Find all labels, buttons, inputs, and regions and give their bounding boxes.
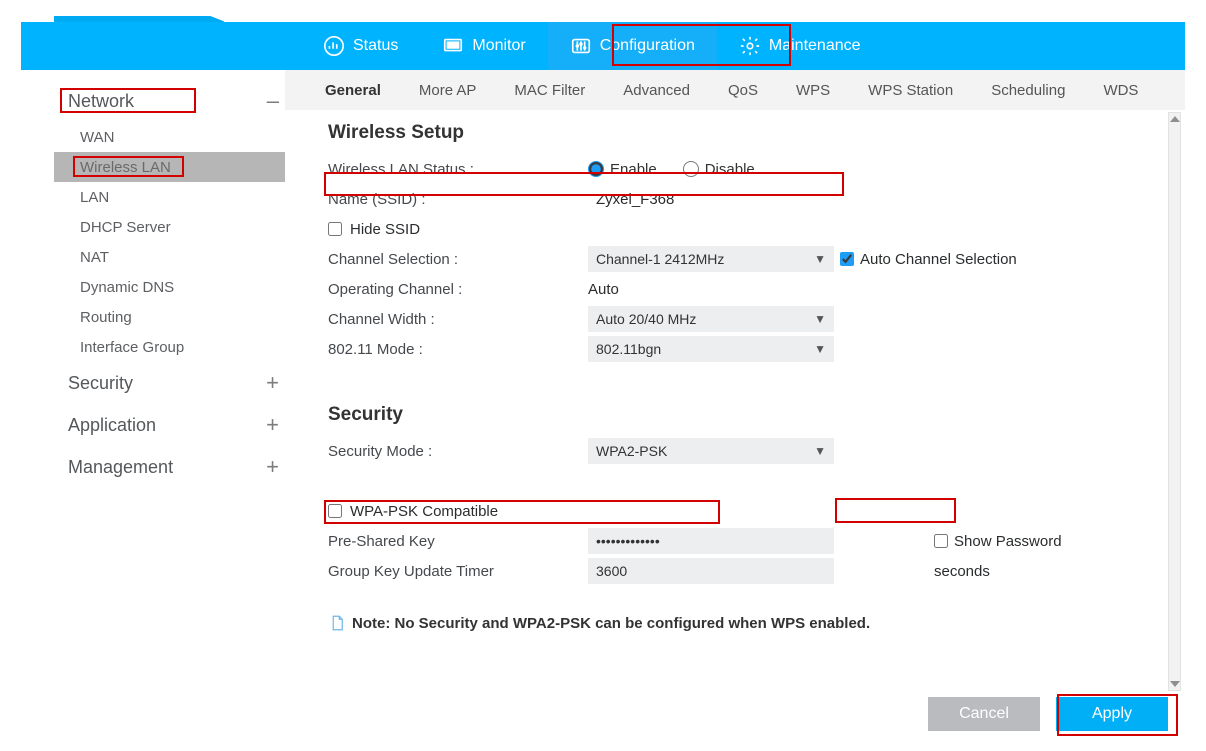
expand-icon: + [266,370,279,396]
sidebar-section-network-label: Network [68,91,134,112]
operating-channel-label: Operating Channel : [328,281,588,298]
tab-general[interactable]: General [311,73,395,108]
ssid-label: Name (SSID) : [328,191,588,208]
group-key-unit: seconds [934,563,990,580]
topnav-monitor[interactable]: Monitor [420,22,547,70]
security-heading: Security [328,404,1148,426]
operating-channel-value: Auto [588,276,834,302]
collapse-icon: – [267,88,279,114]
topnav-maintenance[interactable]: Maintenance [717,22,883,70]
sidebar-item-wan[interactable]: WAN [54,122,285,152]
topnav-status-label: Status [353,37,398,55]
chevron-down-icon: ▼ [814,252,826,266]
tab-scheduling[interactable]: Scheduling [977,73,1079,108]
wlan-status-enable-radio[interactable] [588,161,604,177]
content-panel: Wireless Setup Wireless LAN Status : Ena… [300,110,1168,691]
auto-channel-label: Auto Channel Selection [860,251,1017,268]
sidebar-section-security-label: Security [68,373,133,394]
tab-more-ap[interactable]: More AP [405,73,491,108]
sidebar-section-application-label: Application [68,415,156,436]
psk-label: Pre-Shared Key [328,533,588,550]
content-scrollbar[interactable] [1168,112,1181,691]
page-icon [328,614,346,632]
mode-label: 802.11 Mode : [328,341,588,358]
gear-icon [739,35,761,57]
topnav-maintenance-label: Maintenance [769,37,861,55]
security-mode-value: WPA2-PSK [596,443,667,459]
note-row: Note: No Security and WPA2-PSK can be co… [328,614,1148,632]
sidebar-section-application[interactable]: Application + [54,404,285,446]
bar-chart-icon [323,35,345,57]
group-key-label: Group Key Update Timer [328,563,588,580]
wpa-psk-compatible-label: WPA-PSK Compatible [350,503,498,520]
channel-width-value: Auto 20/40 MHz [596,311,696,327]
tab-wps[interactable]: WPS [782,73,844,108]
ssid-value[interactable]: Zyxel_F368 [588,186,834,212]
security-mode-select[interactable]: WPA2-PSK ▼ [588,438,834,464]
note-prefix: Note: [352,615,395,632]
hide-ssid-label: Hide SSID [350,221,420,238]
mode-value: 802.11bgn [596,341,661,357]
wlan-status-enable-text: Enable [610,161,657,178]
wpa-psk-compatible-checkbox[interactable] [328,504,342,518]
scroll-up-icon[interactable] [1170,116,1180,122]
channel-selection-value: Channel-1 2412MHz [596,251,724,267]
channel-width-select[interactable]: Auto 20/40 MHz ▼ [588,306,834,332]
note-body: No Security and WPA2-PSK can be configur… [395,615,871,632]
show-password-label: Show Password [954,533,1062,550]
psk-input[interactable] [588,528,834,554]
wlan-status-disable-radio[interactable] [683,161,699,177]
sidebar-item-dhcp-server[interactable]: DHCP Server [54,212,285,242]
chevron-down-icon: ▼ [814,342,826,356]
cancel-button[interactable]: Cancel [928,697,1040,731]
chevron-down-icon: ▼ [814,312,826,326]
sidebar-item-dynamic-dns[interactable]: Dynamic DNS [54,272,285,302]
auto-channel-checkbox[interactable] [840,252,854,266]
channel-selection-select[interactable]: Channel-1 2412MHz ▼ [588,246,834,272]
top-nav-bar: Status Monitor Configuration Maintenance [21,22,1185,70]
expand-icon: + [266,454,279,480]
wlan-status-disable[interactable]: Disable [683,161,755,178]
sidebar-item-lan[interactable]: LAN [54,182,285,212]
tab-advanced[interactable]: Advanced [609,73,704,108]
sidebar-section-network[interactable]: Network – [54,80,285,122]
sidebar-item-wireless-lan[interactable]: Wireless LAN [54,152,285,182]
topnav-monitor-label: Monitor [472,37,525,55]
sub-tab-bar: General More AP MAC Filter Advanced QoS … [285,70,1185,110]
sidebar: Network – WAN Wireless LAN LAN DHCP Serv… [54,80,285,488]
wlan-status-disable-text: Disable [705,161,755,178]
tab-wds[interactable]: WDS [1089,73,1152,108]
sidebar-item-nat[interactable]: NAT [54,242,285,272]
tab-wps-station[interactable]: WPS Station [854,73,967,108]
sidebar-section-management-label: Management [68,457,173,478]
wlan-status-enable[interactable]: Enable [588,161,657,178]
note-text: Note: No Security and WPA2-PSK can be co… [352,615,870,632]
sliders-icon [570,35,592,57]
sidebar-item-interface-group[interactable]: Interface Group [54,332,285,362]
expand-icon: + [266,412,279,438]
topnav-configuration-label: Configuration [600,37,695,55]
wlan-status-label: Wireless LAN Status : [328,161,588,178]
sidebar-item-routing[interactable]: Routing [54,302,285,332]
hide-ssid-checkbox[interactable] [328,222,342,236]
apply-button[interactable]: Apply [1056,697,1168,731]
group-key-input[interactable] [588,558,834,584]
show-password-checkbox[interactable] [934,534,948,548]
wireless-setup-heading: Wireless Setup [328,122,1148,144]
topnav-status[interactable]: Status [301,22,420,70]
chevron-down-icon: ▼ [814,444,826,458]
sidebar-section-management[interactable]: Management + [54,446,285,488]
channel-selection-label: Channel Selection : [328,251,588,268]
channel-width-label: Channel Width : [328,311,588,328]
mode-select[interactable]: 802.11bgn ▼ [588,336,834,362]
tab-qos[interactable]: QoS [714,73,772,108]
sidebar-section-security[interactable]: Security + [54,362,285,404]
tab-mac-filter[interactable]: MAC Filter [500,73,599,108]
scroll-down-icon[interactable] [1170,681,1180,687]
monitor-icon [442,35,464,57]
topnav-configuration[interactable]: Configuration [548,22,717,70]
security-mode-label: Security Mode : [328,443,588,460]
